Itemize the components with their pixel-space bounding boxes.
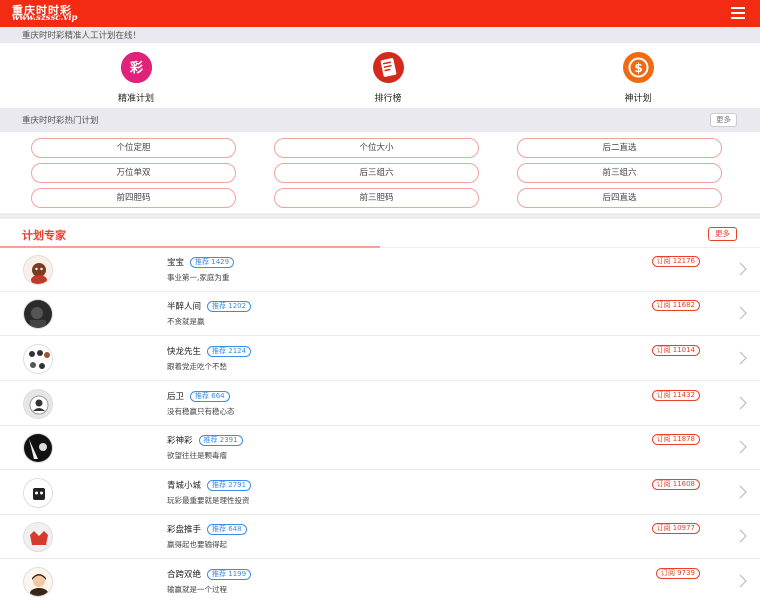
recommend-badge: 推荐 1199 xyxy=(207,569,252,580)
svg-text:$: $ xyxy=(634,61,642,75)
nav-label: 精准计划 xyxy=(117,94,154,104)
recommend-badge: 推荐 1202 xyxy=(207,301,252,312)
plan-pill[interactable]: 后四直选 xyxy=(517,188,722,208)
experts-more-button[interactable]: 更多 xyxy=(708,227,737,241)
avatar xyxy=(23,522,53,552)
expert-row[interactable]: 青城小城 推荐 2791 玩彩最重要就是理性投资 订阅 11608 xyxy=(0,471,760,515)
expert-row[interactable]: 后卫 推荐 664 没有稳赢只有稳心态 订阅 11432 xyxy=(0,382,760,426)
notice-text: 重庆时时彩精准人工计划在线！ xyxy=(22,31,142,41)
subscribe-badge[interactable]: 订阅 11432 xyxy=(651,390,700,401)
nav-label: 神计划 xyxy=(624,94,652,104)
expert-row[interactable]: 半醉人间 推荐 1202 不贪就是赢 订阅 11682 xyxy=(0,292,760,336)
plan-pill[interactable]: 后三组六 xyxy=(274,163,479,183)
expert-motto: 跟着党走吃个不愁 xyxy=(167,362,227,371)
avatar xyxy=(23,344,53,374)
expert-row[interactable]: 彩神彩 推荐 2391 欲望往往是颗毒瘤 订阅 11878 xyxy=(0,426,760,470)
recommend-badge: 推荐 1429 xyxy=(190,257,235,268)
chevron-right-icon xyxy=(739,262,747,276)
coin-icon: $ xyxy=(622,52,654,83)
expert-name: 青城小城 推荐 2791 xyxy=(167,479,252,491)
chevron-right-icon xyxy=(739,351,747,365)
avatar xyxy=(23,255,53,285)
expert-motto: 输赢就是一个过程 xyxy=(167,585,227,594)
recommend-badge: 推荐 648 xyxy=(207,524,247,535)
expert-name: 半醉人间 推荐 1202 xyxy=(167,300,252,312)
svg-text:彩: 彩 xyxy=(128,60,142,76)
chevron-right-icon xyxy=(739,485,747,499)
top-header: 重庆时时彩 www.szssc.vip xyxy=(0,0,760,27)
nav-god-plan[interactable]: $ 神计划 xyxy=(598,52,678,104)
notice-bar: 重庆时时彩精准人工计划在线！ xyxy=(0,27,760,43)
section-divider xyxy=(0,213,760,219)
expert-name: 宝宝 推荐 1429 xyxy=(167,256,235,268)
plan-pill[interactable]: 前四胆码 xyxy=(31,188,236,208)
ranking-icon xyxy=(372,52,404,83)
avatar xyxy=(23,433,53,463)
plan-pill[interactable]: 后二直选 xyxy=(517,138,722,158)
expert-name: 快龙先生 推荐 2124 xyxy=(167,345,252,357)
experts-title: 计划专家 xyxy=(22,229,66,242)
subscribe-badge[interactable]: 订阅 11682 xyxy=(651,300,700,311)
plan-pill[interactable]: 前三胆码 xyxy=(274,188,479,208)
expert-motto: 赢得起也要输得起 xyxy=(167,540,227,549)
expert-name: 后卫 推荐 664 xyxy=(167,390,230,402)
hot-plans-title: 重庆时时彩热门计划 xyxy=(22,116,99,126)
chevron-right-icon xyxy=(739,396,747,410)
expert-motto: 事业第一,家庭为重 xyxy=(167,273,230,282)
subscribe-badge[interactable]: 订阅 10977 xyxy=(651,523,700,534)
chevron-right-icon xyxy=(739,529,747,543)
site-url: www.szssc.vip xyxy=(12,13,78,23)
hamburger-menu-icon[interactable] xyxy=(729,5,747,21)
cai-icon: 彩 xyxy=(120,52,152,83)
plan-pill[interactable]: 个位大小 xyxy=(274,138,479,158)
recommend-badge: 推荐 2791 xyxy=(207,480,252,491)
subscribe-badge[interactable]: 订阅 12176 xyxy=(651,256,700,267)
hot-plans-more-button[interactable]: 更多 xyxy=(710,113,737,127)
expert-name: 彩盘推手 推荐 648 xyxy=(167,523,247,535)
chevron-right-icon xyxy=(739,306,747,320)
avatar xyxy=(23,478,53,508)
expert-motto: 欲望往往是颗毒瘤 xyxy=(167,451,227,460)
expert-name: 彩神彩 推荐 2391 xyxy=(167,434,243,446)
subscribe-badge[interactable]: 订阅 11608 xyxy=(651,479,700,490)
expert-motto: 没有稳赢只有稳心态 xyxy=(167,407,235,416)
nav-ranking[interactable]: 排行榜 xyxy=(348,52,428,104)
nav-precise-plan[interactable]: 彩 精准计划 xyxy=(96,52,176,104)
recommend-badge: 推荐 2391 xyxy=(198,435,243,446)
recommend-badge: 推荐 664 xyxy=(190,391,230,402)
expert-row[interactable]: 宝宝 推荐 1429 事业第一,家庭为重 订阅 12176 xyxy=(0,248,760,292)
chevron-right-icon xyxy=(739,574,747,588)
chevron-right-icon xyxy=(739,440,747,454)
subscribe-badge[interactable]: 订阅 11014 xyxy=(651,345,700,356)
avatar xyxy=(23,389,53,419)
subscribe-badge[interactable]: 订阅 9739 xyxy=(655,568,700,579)
expert-name: 合跨双绝 推荐 1199 xyxy=(167,568,252,580)
nav-label: 排行榜 xyxy=(374,94,402,104)
expert-row[interactable]: 快龙先生 推荐 2124 跟着党走吃个不愁 订阅 11014 xyxy=(0,337,760,381)
avatar xyxy=(23,567,53,597)
hot-plans-header: 重庆时时彩热门计划 更多 xyxy=(0,108,760,132)
plan-pill[interactable]: 个位定胆 xyxy=(31,138,236,158)
plan-pill[interactable]: 万位单双 xyxy=(31,163,236,183)
plan-pill[interactable]: 前三组六 xyxy=(517,163,722,183)
expert-motto: 玩彩最重要就是理性投资 xyxy=(167,496,250,505)
expert-row[interactable]: 合跨双绝 推荐 1199 输赢就是一个过程 订阅 9739 xyxy=(0,560,760,600)
recommend-badge: 推荐 2124 xyxy=(207,346,252,357)
expert-motto: 不贪就是赢 xyxy=(167,317,205,326)
expert-row[interactable]: 彩盘推手 推荐 648 赢得起也要输得起 订阅 10977 xyxy=(0,515,760,559)
avatar xyxy=(23,299,53,329)
subscribe-badge[interactable]: 订阅 11878 xyxy=(651,434,700,445)
